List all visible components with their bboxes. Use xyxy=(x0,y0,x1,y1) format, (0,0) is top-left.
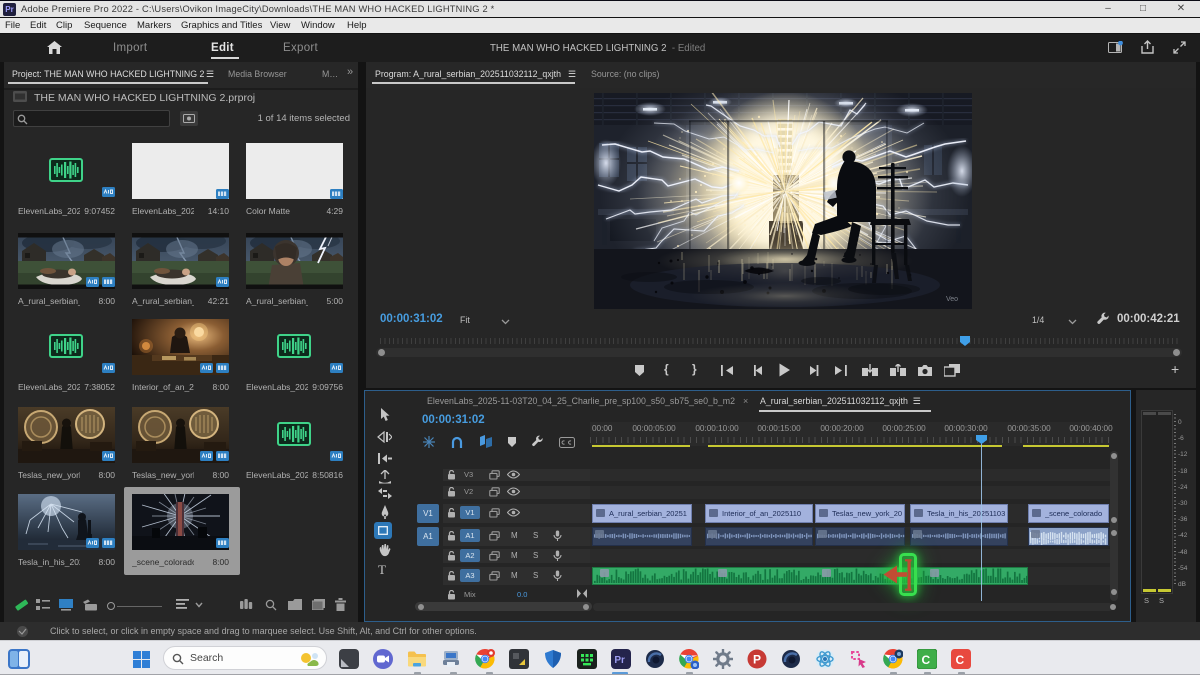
svg-text:Veo: Veo xyxy=(946,296,958,303)
svg-text:P: P xyxy=(753,653,761,667)
svg-text:C: C xyxy=(956,653,965,667)
svg-text:C: C xyxy=(922,653,931,667)
svg-text:Pr: Pr xyxy=(614,655,625,666)
